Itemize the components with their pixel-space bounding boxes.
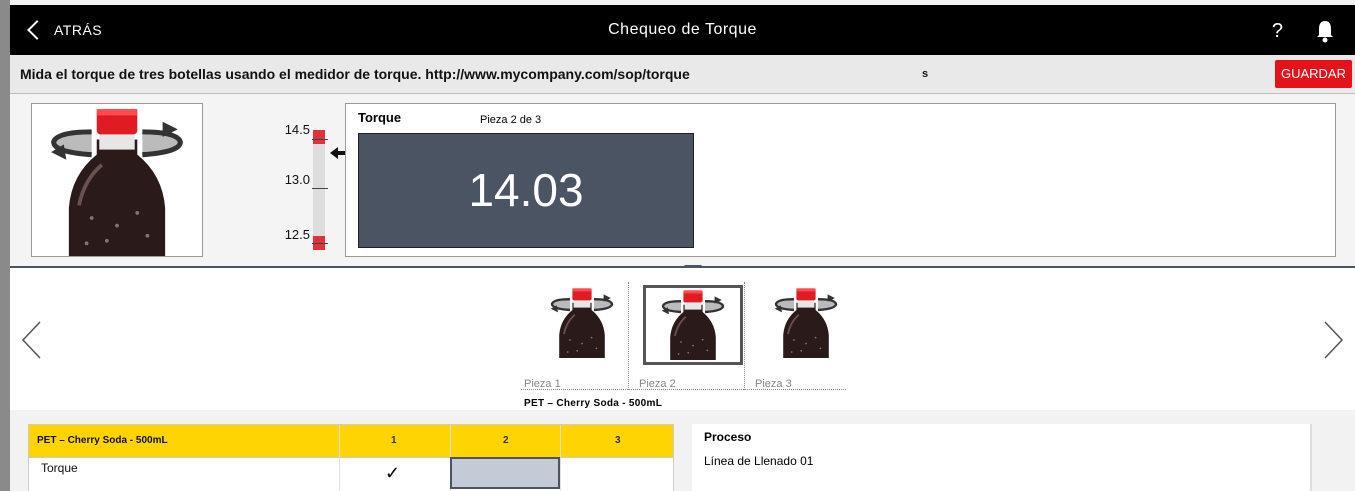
piece-carousel: Pieza 1 Pieza 2 Pieza 3 PET – Cherry Sod… [10,268,1355,410]
bottle-image [31,103,203,257]
save-button[interactable]: GUARDAR [1274,60,1352,88]
help-button[interactable]: ? [1272,5,1283,55]
torque-gauge: 14.5 13.0 12.5 [270,122,350,262]
piece-indicator: Pieza 2 de 3 [480,114,542,126]
bottle-icon [535,286,629,358]
gauge-tick [312,243,328,244]
measurement-label: Torque [358,110,402,125]
bell-icon[interactable] [1315,19,1335,43]
chevron-left-icon[interactable] [20,320,42,360]
piece-3-thumb[interactable]: Pieza 3 [745,282,859,390]
app-window: ATRÁS Chequeo de Torque ? Mida el torque… [10,0,1355,491]
piece-2-thumb[interactable]: Pieza 2 [629,282,743,390]
process-panel: Proceso Línea de Llenado 01 [692,424,1312,491]
bottle-icon [646,288,740,360]
grid-header: PET – Cherry Soda - 500mL 1 2 3 [29,425,673,457]
grid-col-2: 2 [503,435,509,446]
torque-readout-box: Torque Pieza 2 de 3 14.03 [345,103,1336,257]
grid-col-3: 3 [615,435,621,446]
gauge-tick [312,188,328,189]
grid-row-label: Torque [41,461,78,475]
grid-row-divider [29,457,673,458]
grid-col-divider [339,425,340,491]
results-grid: PET – Cherry Soda - 500mL 1 2 3 Torque ✓ [28,424,674,491]
grid-col-divider [560,425,561,491]
grid-cell-active[interactable] [450,457,560,489]
process-value: Línea de Llenado 01 [704,454,814,468]
instruction-bar: Mida el torque de tres botellas usando e… [10,55,1355,94]
instruction-fragment: s [922,68,929,80]
check-icon: ✓ [385,463,401,483]
carousel-underline [521,389,846,390]
bottle-icon [759,286,853,358]
measurement-panel: 14.5 13.0 12.5 Torque Pieza 2 de 3 14.03 [10,94,1355,268]
gauge-label-min: 12.5 [284,227,310,242]
grid-product-header: PET – Cherry Soda - 500mL [37,435,168,446]
torque-value[interactable]: 14.03 [358,133,694,248]
process-label: Proceso [704,430,752,444]
gauge-label-max: 14.5 [284,122,310,137]
gauge-label-mid: 13.0 [284,172,310,187]
piece-1-thumb[interactable]: Pieza 1 [521,282,635,390]
gauge-track [313,130,325,250]
gauge-tick [312,139,328,140]
chevron-right-icon[interactable] [1323,320,1345,360]
app-header: ATRÁS Chequeo de Torque ? [10,5,1355,55]
instruction-text: Mida el torque de tres botellas usando e… [20,66,690,82]
grid-col-1: 1 [391,435,397,446]
gauge-upper-limit [313,130,325,144]
page-title: Chequeo de Torque [608,21,757,38]
product-caption: PET – Cherry Soda - 500mL [524,398,663,409]
bottle-torque-icon [32,104,202,256]
